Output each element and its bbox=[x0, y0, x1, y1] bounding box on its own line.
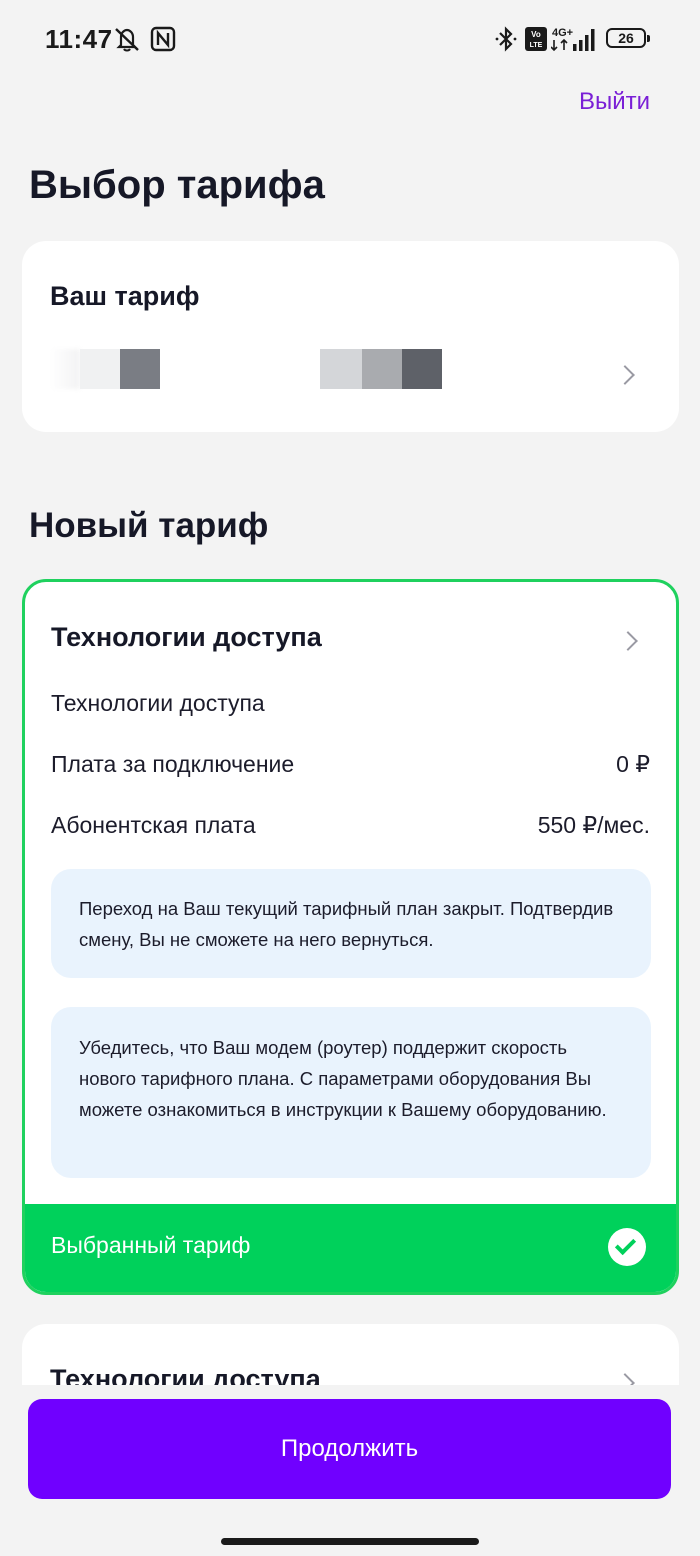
svg-text:4G+: 4G+ bbox=[552, 27, 573, 39]
tariff-card-next[interactable]: Технологии доступа bbox=[22, 1324, 679, 1385]
new-tariff-section-title: Новый тариф bbox=[29, 506, 269, 545]
nfc-icon bbox=[150, 26, 176, 52]
home-indicator[interactable] bbox=[221, 1538, 479, 1545]
tariff-subtitle: Технологии доступа bbox=[51, 690, 265, 716]
logout-link[interactable]: Выйти bbox=[579, 88, 650, 116]
svg-text:Vo: Vo bbox=[531, 30, 541, 39]
tariff-selection-screen: 11:47 Vo LTE 4G+ 26 Выйти Выбор тарифа В… bbox=[0, 0, 700, 1556]
check-circle-icon bbox=[608, 1228, 646, 1266]
signal-icon: 4G+ bbox=[551, 27, 595, 52]
mute-icon bbox=[115, 28, 139, 52]
current-tariff-card[interactable]: Ваш тариф bbox=[22, 241, 679, 432]
chevron-right-icon[interactable] bbox=[618, 631, 638, 651]
subscription-fee-label: Абонентская плата bbox=[51, 812, 256, 838]
selected-tariff-label: Выбранный тариф bbox=[51, 1232, 251, 1258]
volte-icon: Vo LTE bbox=[525, 27, 547, 51]
subscription-fee-value: 550 ₽/мес. bbox=[537, 812, 650, 838]
notice-plan-closed: Переход на Ваш текущий тарифный план зак… bbox=[51, 869, 651, 978]
selected-tariff-bar: Выбранный тариф bbox=[25, 1204, 676, 1292]
tariff-card-title: Технологии доступа bbox=[51, 622, 322, 652]
tariff-card-title: Технологии доступа bbox=[50, 1364, 321, 1385]
notice-router-compatibility: Убедитесь, что Ваш модем (роутер) поддер… bbox=[51, 1007, 651, 1178]
current-tariff-name-blurred bbox=[50, 349, 480, 389]
current-tariff-title: Ваш тариф bbox=[50, 281, 200, 311]
chevron-right-icon bbox=[615, 1373, 635, 1385]
connection-fee-label: Плата за подключение bbox=[51, 751, 295, 777]
selected-tariff-card[interactable]: Технологии доступа Технологии доступа Пл… bbox=[22, 579, 679, 1295]
battery-icon: 26 bbox=[606, 28, 650, 48]
status-time: 11:47 bbox=[45, 24, 113, 54]
continue-button[interactable]: Продолжить bbox=[28, 1399, 671, 1499]
bluetooth-icon bbox=[495, 26, 517, 52]
svg-text:LTE: LTE bbox=[530, 42, 543, 49]
page-title: Выбор тарифа bbox=[29, 163, 325, 207]
status-bar: 11:47 Vo LTE 4G+ 26 bbox=[0, 0, 700, 78]
connection-fee-value: 0 ₽ bbox=[616, 751, 650, 777]
chevron-right-icon bbox=[615, 365, 635, 385]
